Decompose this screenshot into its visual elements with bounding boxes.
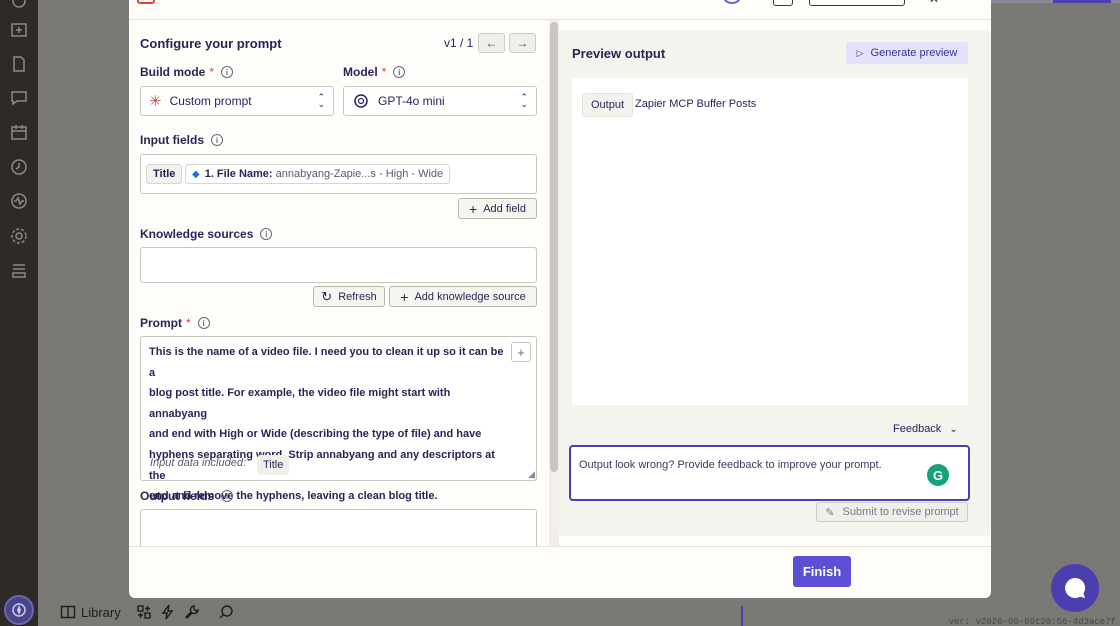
output-tag: Output bbox=[582, 93, 634, 117]
output-value: Zapier MCP Buffer Posts bbox=[635, 98, 757, 110]
activity-icon[interactable] bbox=[10, 192, 28, 210]
apps-icon[interactable] bbox=[136, 602, 152, 622]
plus-icon: + bbox=[469, 200, 478, 217]
library-label: Library bbox=[81, 604, 121, 620]
model-label: Model * i bbox=[343, 65, 406, 79]
version-indicator: v1 / 1 bbox=[444, 36, 474, 50]
app-icon bbox=[137, 0, 155, 4]
input-data-chip: Title bbox=[257, 455, 290, 475]
dropbox-icon: ◆ bbox=[192, 168, 200, 180]
input-field-value-chip[interactable]: ◆ 1. File Name: annabyang-Zapie...s - Hi… bbox=[185, 164, 451, 184]
select-chevron-icon: ⌃ ⌄ bbox=[520, 92, 528, 109]
openai-icon bbox=[354, 94, 368, 108]
add-knowledge-source-button[interactable]: + Add knowledge source bbox=[389, 286, 537, 307]
clock-icon[interactable] bbox=[10, 158, 28, 176]
refresh-button[interactable]: ↻ Refresh bbox=[313, 286, 385, 307]
footer-divider bbox=[129, 546, 991, 547]
refresh-icon: ↻ bbox=[321, 288, 333, 304]
grammarly-icon[interactable]: G bbox=[927, 464, 949, 486]
output-fields-label: Output fields i bbox=[140, 489, 233, 503]
insert-data-button[interactable]: + bbox=[511, 342, 531, 362]
feedback-placeholder: Output look wrong? Provide feedback to i… bbox=[579, 459, 882, 471]
canvas-connector-line bbox=[741, 606, 743, 626]
import-icon[interactable] bbox=[10, 21, 28, 39]
header-icon-button[interactable] bbox=[773, 0, 793, 6]
info-icon[interactable]: i bbox=[393, 66, 406, 78]
knowledge-sources-label: Knowledge sources i bbox=[140, 227, 273, 241]
generate-preview-button[interactable]: ▷ Generate preview bbox=[846, 42, 968, 64]
build-mode-label: Build mode * i bbox=[140, 65, 234, 79]
info-icon[interactable]: i bbox=[197, 317, 210, 329]
model-select[interactable]: GPT-4o mini ⌃ ⌄ bbox=[343, 86, 537, 116]
document-icon[interactable] bbox=[10, 55, 28, 73]
prompt-label: Prompt * i bbox=[140, 316, 210, 330]
header-dropdown[interactable] bbox=[809, 0, 905, 6]
chevron-down-icon: ⌄ bbox=[949, 423, 958, 435]
ai-prompt-modal: ✕ Configure your prompt v1 / 1 ← → Build… bbox=[129, 0, 991, 598]
resize-handle-icon[interactable]: ◢ bbox=[528, 469, 535, 480]
input-fields-label: Input fields i bbox=[140, 133, 223, 147]
pencil-icon: ✎ bbox=[825, 506, 835, 519]
close-icon[interactable]: ✕ bbox=[929, 0, 939, 6]
preview-title: Preview output bbox=[572, 46, 666, 61]
next-version-button[interactable]: → bbox=[509, 33, 536, 53]
wrench-icon[interactable] bbox=[184, 602, 200, 622]
modal-header: ✕ bbox=[129, 0, 991, 20]
support-chat-button[interactable] bbox=[1051, 564, 1099, 612]
asterisk-icon: ✳ bbox=[149, 93, 162, 110]
home-icon[interactable] bbox=[10, 0, 28, 10]
feedback-input[interactable]: Output look wrong? Provide feedback to i… bbox=[569, 445, 970, 501]
model-value: GPT-4o mini bbox=[378, 94, 445, 108]
previous-version-button[interactable]: ← bbox=[478, 33, 505, 53]
feedback-toggle[interactable]: Feedback ⌄ bbox=[893, 423, 958, 435]
avatar[interactable] bbox=[723, 0, 741, 4]
version-text: ver: v2026-06-09t20:56-4d3ace7f bbox=[948, 617, 1116, 626]
app-sidebar bbox=[0, 0, 38, 626]
plus-icon: + bbox=[517, 344, 525, 360]
info-icon[interactable]: i bbox=[221, 490, 233, 502]
finish-button[interactable]: Finish bbox=[793, 556, 851, 587]
build-mode-select[interactable]: ✳ Custom prompt ⌃ ⌄ bbox=[140, 86, 334, 116]
arrow-right-icon: → bbox=[516, 36, 529, 50]
info-icon[interactable]: i bbox=[221, 66, 234, 78]
top-publish-button-fragment[interactable] bbox=[1053, 0, 1111, 3]
info-icon[interactable]: i bbox=[260, 228, 273, 240]
plus-icon: + bbox=[400, 288, 409, 305]
arrow-left-icon: ← bbox=[485, 36, 498, 50]
output-fields-box[interactable] bbox=[140, 509, 537, 546]
preview-output-area: Output Zapier MCP Buffer Posts bbox=[572, 78, 968, 405]
select-chevron-icon: ⌃ ⌄ bbox=[317, 92, 325, 109]
add-field-button[interactable]: + Add field bbox=[458, 198, 537, 219]
input-fields-box[interactable]: Title ◆ 1. File Name: annabyang-Zapie...… bbox=[140, 154, 537, 194]
book-icon bbox=[60, 605, 76, 619]
settings-icon[interactable] bbox=[10, 227, 28, 245]
chat-icon[interactable] bbox=[10, 89, 28, 107]
config-title: Configure your prompt bbox=[140, 36, 282, 51]
input-field-name-chip[interactable]: Title bbox=[146, 164, 183, 184]
info-icon[interactable]: i bbox=[211, 134, 223, 146]
play-icon: ▷ bbox=[856, 47, 864, 58]
required-mark: * bbox=[209, 65, 215, 79]
calendar-icon[interactable] bbox=[10, 123, 28, 141]
copilot-logo-icon[interactable] bbox=[4, 595, 34, 625]
input-data-included-label: Input data included: bbox=[150, 457, 247, 469]
lightning-icon[interactable] bbox=[160, 602, 176, 622]
archive-icon[interactable] bbox=[10, 261, 28, 279]
build-mode-value: Custom prompt bbox=[169, 94, 252, 108]
prompt-text: This is the name of a video file. I need… bbox=[149, 346, 504, 503]
library-button[interactable]: Library bbox=[60, 602, 121, 622]
knowledge-sources-box[interactable] bbox=[140, 247, 537, 283]
submit-revise-button[interactable]: ✎ Submit to revise prompt bbox=[816, 502, 968, 522]
config-panel: Configure your prompt v1 / 1 ← → Build m… bbox=[129, 20, 549, 546]
scrollbar-thumb[interactable] bbox=[550, 22, 558, 472]
chat-bubble-icon bbox=[1065, 577, 1086, 598]
search-icon[interactable] bbox=[218, 602, 234, 622]
config-scrollbar[interactable] bbox=[549, 20, 559, 546]
prompt-textarea[interactable]: This is the name of a video file. I need… bbox=[140, 336, 537, 502]
preview-panel: Preview output ▷ Generate preview Output… bbox=[559, 30, 991, 536]
